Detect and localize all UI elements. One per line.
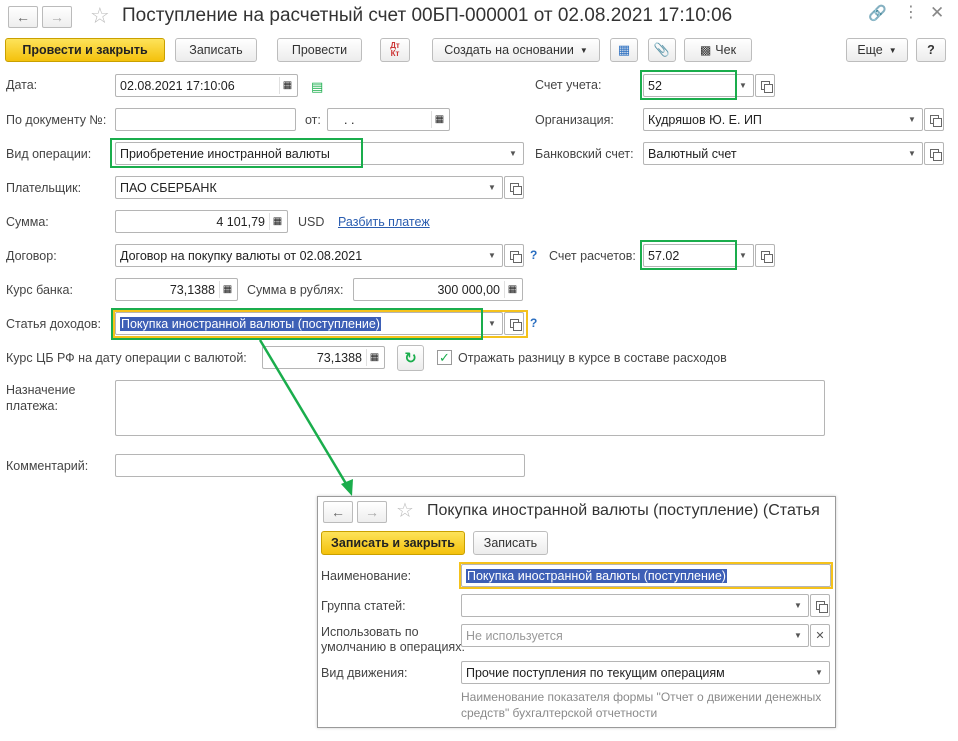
back-button[interactable]: ←	[323, 501, 353, 523]
default-label-line2: умолчанию в операциях:	[321, 640, 465, 654]
subform-title: Покупка иностранной валюты (поступление)…	[427, 502, 820, 519]
chevron-down-icon[interactable]: ▼	[788, 595, 808, 616]
movement-value: Прочие поступления по текущим операциям	[466, 665, 725, 680]
movement-hint-line2: средств" бухгалтерской отчетности	[461, 706, 658, 720]
arrow-right-icon: →	[365, 504, 379, 520]
name-label: Наименование:	[321, 569, 412, 583]
clear-icon: ✕	[815, 630, 825, 642]
movement-label: Вид движения:	[321, 666, 408, 680]
default-select[interactable]: Не используется ▼	[461, 624, 809, 647]
open-icon	[815, 601, 828, 613]
name-value: Покупка иностранной валюты (поступление)	[466, 568, 727, 583]
income-item-subform: ← → ☆ Покупка иностранной валюты (поступ…	[317, 496, 836, 728]
default-value: Не используется	[466, 628, 563, 643]
movement-select[interactable]: Прочие поступления по текущим операциям …	[461, 661, 830, 684]
favorite-star-icon[interactable]: ☆	[396, 498, 414, 523]
chevron-down-icon[interactable]: ▼	[809, 662, 829, 683]
group-open-button[interactable]	[810, 594, 830, 617]
movement-hint: Наименование показателя формы "Отчет о д…	[461, 690, 822, 704]
default-label: Использовать по	[321, 625, 419, 639]
name-field[interactable]: Покупка иностранной валюты (поступление)	[461, 564, 831, 587]
group-label: Группа статей:	[321, 599, 406, 613]
chevron-down-icon[interactable]: ▼	[788, 625, 808, 646]
group-select[interactable]: ▼	[461, 594, 809, 617]
default-clear-button[interactable]: ✕	[810, 624, 830, 647]
arrow-left-icon: ←	[331, 504, 345, 520]
forward-button[interactable]: →	[357, 501, 387, 523]
save-button[interactable]: Записать	[473, 531, 548, 555]
save-and-close-button[interactable]: Записать и закрыть	[321, 531, 465, 555]
